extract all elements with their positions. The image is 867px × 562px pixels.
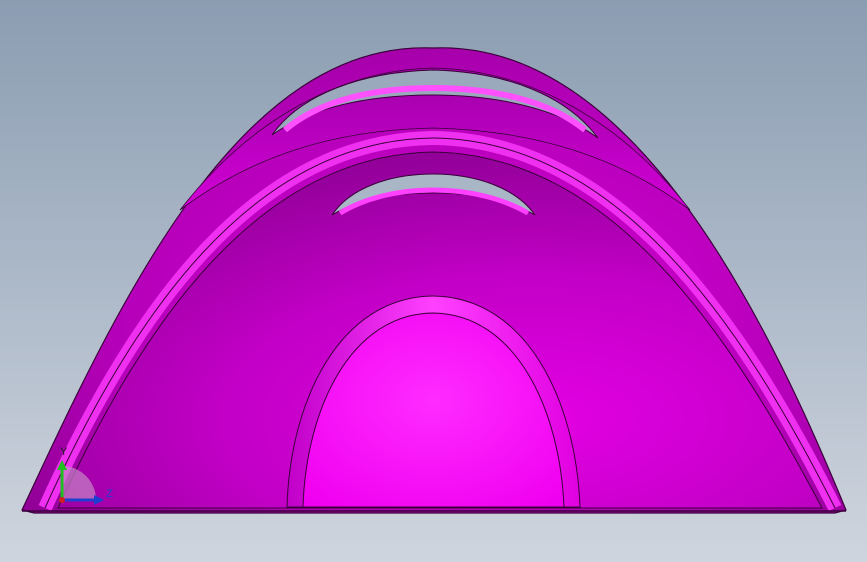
triad-x-axis bbox=[59, 497, 65, 503]
model-view[interactable]: Y Z bbox=[0, 0, 867, 562]
triad-z-label: Z bbox=[106, 488, 113, 500]
triad-y-label: Y bbox=[60, 446, 68, 458]
cad-viewport[interactable]: Y Z bbox=[0, 0, 867, 562]
